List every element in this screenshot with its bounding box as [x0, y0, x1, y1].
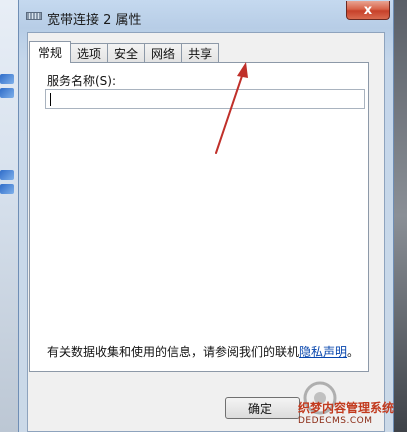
privacy-statement-link[interactable]: 隐私声明: [299, 345, 347, 359]
service-name-input[interactable]: [45, 89, 365, 109]
tab-sharing[interactable]: 共享: [181, 43, 220, 63]
text-caret: [50, 93, 51, 106]
privacy-info-text: 有关数据收集和使用的信息，请参阅我们的联机隐私声明。: [47, 343, 359, 360]
desktop-icon: [0, 88, 14, 98]
properties-dialog: 宽带连接 2 属性 x 常规 选项 安全 网络 共享 服务名称(S): 有关数据…: [18, 0, 394, 432]
tab-networking[interactable]: 网络: [144, 43, 183, 63]
close-button[interactable]: x: [346, 1, 390, 20]
desktop-icon: [0, 184, 14, 194]
desktop-background-left: [0, 0, 20, 432]
tab-general[interactable]: 常规: [29, 41, 72, 63]
privacy-info-prefix: 有关数据收集和使用的信息，请参阅我们的联机: [47, 345, 300, 359]
privacy-info-suffix: 。: [347, 345, 360, 359]
watermark-domain: DEDECMS.COM: [298, 416, 373, 426]
close-icon: x: [363, 2, 373, 18]
desktop-icon: [0, 170, 14, 180]
tab-strip: 常规 选项 安全 网络 共享: [29, 41, 220, 63]
tab-security[interactable]: 安全: [107, 43, 146, 63]
ok-button[interactable]: 确定: [225, 397, 300, 419]
network-connection-icon: [26, 12, 42, 20]
tab-options[interactable]: 选项: [70, 43, 109, 63]
watermark-site-name: 织梦内容管理系统: [298, 401, 395, 415]
ok-button-label: 确定: [248, 401, 273, 416]
window-title: 宽带连接 2 属性: [47, 13, 142, 28]
desktop-icon: [0, 74, 14, 84]
title-bar[interactable]: 宽带连接 2 属性 x: [19, 0, 393, 32]
service-name-label: 服务名称(S):: [47, 74, 117, 88]
